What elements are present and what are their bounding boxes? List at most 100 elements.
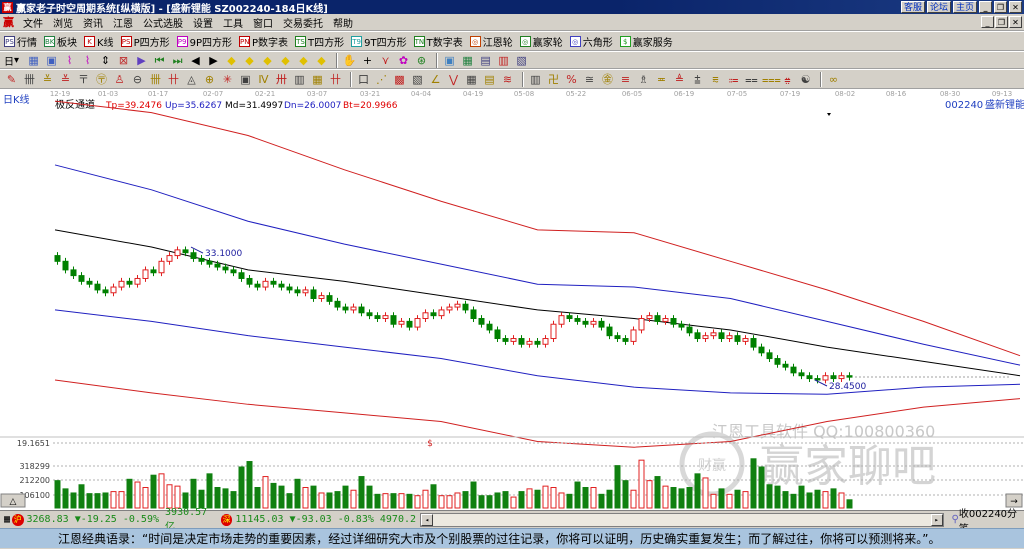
diamond4-icon[interactable]: ◆ xyxy=(278,53,293,68)
diamond6-icon[interactable]: ◆ xyxy=(314,53,329,68)
last-icon[interactable]: ⏭ xyxy=(170,53,185,68)
toolbar-button-2[interactable]: K K线 xyxy=(84,34,114,49)
close-button[interactable]: ✕ xyxy=(1009,1,1022,13)
collapse-icon[interactable]: △ xyxy=(10,497,17,507)
first-icon[interactable]: ⏮ xyxy=(152,53,167,68)
drawing-tool-icon-25[interactable]: ▦ xyxy=(464,72,479,87)
drawing-tool-icon-18[interactable]: 卄 xyxy=(328,72,343,87)
calendar21-icon[interactable]: ▣ xyxy=(442,53,457,68)
drawing-tool-icon-26[interactable]: ▤ xyxy=(482,72,497,87)
drawing-tool-icon-10[interactable]: ◬ xyxy=(184,72,199,87)
drawing-tool-icon-7[interactable]: ⊖ xyxy=(130,72,145,87)
drawing-tool-icon-8[interactable]: 卌 xyxy=(148,72,163,87)
diamond1-icon[interactable]: ◆ xyxy=(224,53,239,68)
menu-item-0[interactable]: 文件 xyxy=(18,15,48,30)
drawing-tool-icon-2[interactable]: ≚ xyxy=(40,72,55,87)
menu-item-1[interactable]: 浏览 xyxy=(48,15,78,30)
drawing-tool-icon-16[interactable]: ▥ xyxy=(292,72,307,87)
scroll-left-button[interactable]: ◂ xyxy=(421,513,434,526)
drawing-tool-icon-32[interactable]: ㊎ xyxy=(600,72,615,87)
drawing-tool-icon-11[interactable]: ⊕ xyxy=(202,72,217,87)
drawing-tool-icon-39[interactable]: ⩴ xyxy=(726,72,741,87)
drawing-tool-icon-17[interactable]: ▦ xyxy=(310,72,325,87)
drawing-tool-icon-9[interactable]: 卄 xyxy=(166,72,181,87)
drawing-tool-icon-40[interactable]: ⩵ xyxy=(744,72,759,87)
menu-item-4[interactable]: 公式选股 xyxy=(138,15,188,30)
stat-icon[interactable]: ⌇ xyxy=(62,53,77,68)
print-icon[interactable]: ▧ xyxy=(514,53,529,68)
drawing-tool-icon-36[interactable]: ≜ xyxy=(672,72,687,87)
weight-icon[interactable]: ⊠ xyxy=(116,53,131,68)
flag-icon[interactable]: ▶ xyxy=(134,53,149,68)
menu-item-5[interactable]: 设置 xyxy=(188,15,218,30)
drawing-tool-icon-33[interactable]: ≡ xyxy=(618,72,633,87)
calendar-icon[interactable]: ▣ xyxy=(44,53,59,68)
calculator-icon[interactable]: ▦ xyxy=(460,53,475,68)
drawing-tool-icon-20[interactable]: ⋰ xyxy=(374,72,389,87)
drawing-tool-icon-43[interactable]: ☯ xyxy=(798,72,813,87)
restore-button[interactable]: ❐ xyxy=(994,1,1007,13)
toolbar-button-0[interactable]: PS 行情 xyxy=(4,34,37,49)
child-restore-button[interactable]: ❐ xyxy=(995,16,1008,28)
drawing-tool-icon-4[interactable]: 〒 xyxy=(76,72,91,87)
diamond2-icon[interactable]: ◆ xyxy=(242,53,257,68)
service-link[interactable]: 客服 xyxy=(900,1,925,13)
drawing-tool-icon-14[interactable]: Ⅳ xyxy=(256,72,271,87)
drawing-tool-icon-24[interactable]: ⋁ xyxy=(446,72,461,87)
drawing-tool-icon-35[interactable]: ≖ xyxy=(654,72,669,87)
forum-link[interactable]: 论坛 xyxy=(926,1,951,13)
drawing-tool-icon-1[interactable]: 卌 xyxy=(22,72,37,87)
left-icon[interactable]: ◀ xyxy=(188,53,203,68)
drawing-tool-icon-15[interactable]: 卅 xyxy=(274,72,289,87)
toolbar-button-5[interactable]: PN P数字表 xyxy=(239,34,288,49)
drawing-tool-icon-41[interactable]: ⩶ xyxy=(762,72,781,87)
drawing-tool-icon-28[interactable]: ▥ xyxy=(528,72,543,87)
book-icon[interactable]: ▤ xyxy=(478,53,493,68)
drawing-tool-icon-23[interactable]: ∠ xyxy=(428,72,443,87)
drawing-tool-icon-19[interactable]: 口 xyxy=(356,72,371,87)
right-icon[interactable]: ▶ xyxy=(206,53,221,68)
drawing-tool-icon-5[interactable]: 〶 xyxy=(94,72,109,87)
drawing-tool-icon-44[interactable]: ∞ xyxy=(826,72,841,87)
stat2-icon[interactable]: ⌇ xyxy=(80,53,95,68)
child-close-button[interactable]: ✕ xyxy=(1009,16,1022,28)
drawing-tool-icon-13[interactable]: ▣ xyxy=(238,72,253,87)
menu-item-2[interactable]: 资讯 xyxy=(78,15,108,30)
menu-item-9[interactable]: 帮助 xyxy=(328,15,358,30)
menu-item-6[interactable]: 工具 xyxy=(218,15,248,30)
drawing-tool-icon-31[interactable]: ≅ xyxy=(582,72,597,87)
drawing-tool-icon-42[interactable]: ⩷ xyxy=(780,72,795,87)
toolbar-button-12[interactable]: $ 赢家服务 xyxy=(619,34,673,49)
toolbar-button-10[interactable]: ◎ 赢家轮 xyxy=(519,34,563,49)
toolbar-button-8[interactable]: TN T数字表 xyxy=(413,34,463,49)
drawing-tool-icon-29[interactable]: 卍 xyxy=(546,72,561,87)
drawing-tool-icon-6[interactable]: ♙ xyxy=(112,72,127,87)
scroll-right-button[interactable]: ▸ xyxy=(930,513,943,526)
menu-item-3[interactable]: 江恩 xyxy=(108,15,138,30)
chart-canvas[interactable]: 12-19 01-03 01-17 02-07 02-21 03-07 03-21 04-04… xyxy=(0,89,1024,510)
gann-icon[interactable]: ⊛ xyxy=(414,53,429,68)
toolbar-button-6[interactable]: TS T四方形 xyxy=(295,34,344,49)
drawing-tool-icon-38[interactable]: ⩳ xyxy=(708,72,723,87)
drawing-tool-icon-3[interactable]: ≚ xyxy=(58,72,73,87)
festival-icon[interactable]: ✿ xyxy=(396,53,411,68)
toolbar-button-11[interactable]: ◎ 六角形 xyxy=(569,34,613,49)
cross-icon[interactable]: + xyxy=(360,53,375,68)
toolbar-button-3[interactable]: PS P四方形 xyxy=(120,34,170,49)
drawing-tool-icon-30[interactable]: % xyxy=(564,72,579,87)
diamond3-icon[interactable]: ◆ xyxy=(260,53,275,68)
menu-item-7[interactable]: 窗口 xyxy=(248,15,278,30)
drawing-tool-icon-0[interactable]: ✎ xyxy=(4,72,19,87)
toolbar-button-1[interactable]: BK 板块 xyxy=(44,34,77,49)
toolbar-button-7[interactable]: T9 9T四方形 xyxy=(351,34,407,49)
ticker-scrollbar[interactable]: ◂ ▸ xyxy=(420,512,944,527)
cursor-icon[interactable]: ⇕ xyxy=(98,53,113,68)
toolbar-button-9[interactable]: ◎ 江恩轮 xyxy=(469,34,513,49)
drawing-tool-icon-34[interactable]: ♗ xyxy=(636,72,651,87)
menu-item-8[interactable]: 交易委托 xyxy=(278,15,328,30)
line-icon[interactable]: ⋎ xyxy=(378,53,393,68)
hand-icon[interactable]: ✋ xyxy=(342,53,357,68)
period-select[interactable]: 日 ▾ xyxy=(4,53,19,68)
drawing-tool-icon-37[interactable]: ⩲ xyxy=(690,72,705,87)
save-icon[interactable]: ▥ xyxy=(496,53,511,68)
